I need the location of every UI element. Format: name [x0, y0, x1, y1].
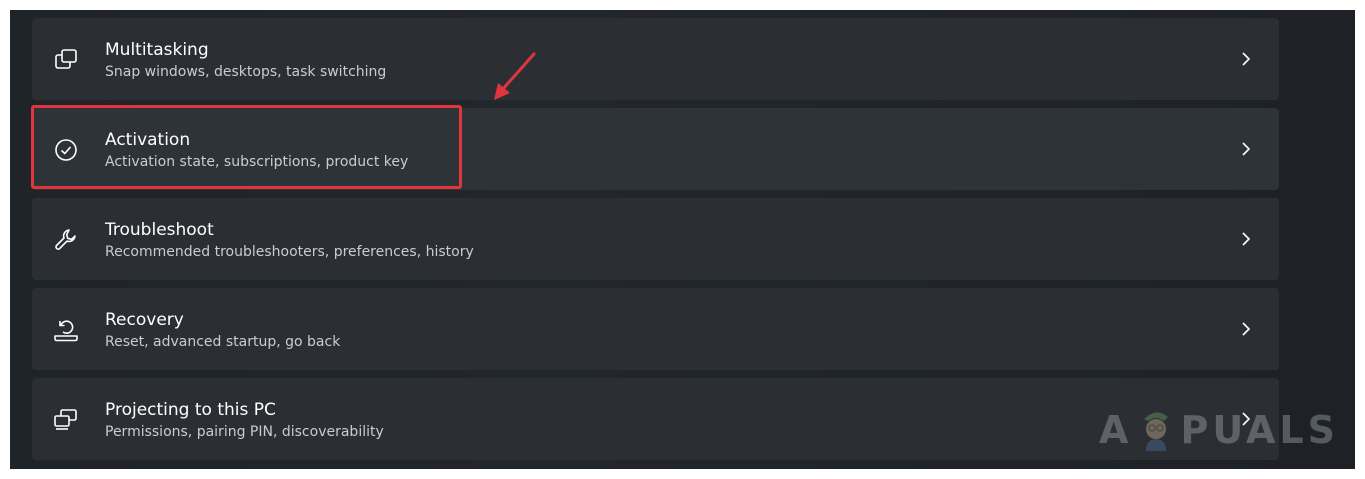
- chevron-right-icon: [1239, 50, 1253, 68]
- item-title: Activation: [105, 130, 191, 150]
- watermark-text-left: A: [1099, 408, 1133, 452]
- settings-item-recovery[interactable]: Recovery Reset, advanced startup, go bac…: [32, 288, 1279, 370]
- item-title: Troubleshoot: [105, 220, 214, 240]
- item-subtitle: Recommended troubleshooters, preferences…: [105, 244, 474, 260]
- multitasking-icon: [52, 46, 80, 74]
- wrench-icon: [52, 226, 80, 254]
- item-subtitle: Reset, advanced startup, go back: [105, 334, 341, 350]
- activation-check-icon: [52, 136, 80, 164]
- item-title: Recovery: [105, 310, 184, 330]
- item-title: Projecting to this PC: [105, 400, 276, 420]
- appuals-watermark: A PUALS: [1099, 407, 1339, 453]
- recovery-icon: [52, 316, 80, 344]
- settings-item-multitasking[interactable]: Multitasking Snap windows, desktops, tas…: [32, 18, 1279, 100]
- annotation-arrow-icon: [494, 52, 536, 100]
- settings-item-troubleshoot[interactable]: Troubleshoot Recommended troubleshooters…: [32, 198, 1279, 280]
- mascot-logo-icon: [1134, 407, 1178, 453]
- settings-window: Multitasking Snap windows, desktops, tas…: [10, 10, 1355, 469]
- settings-item-projecting[interactable]: Projecting to this PC Permissions, pairi…: [32, 378, 1279, 460]
- watermark-text-right: PUALS: [1180, 408, 1339, 452]
- settings-item-activation[interactable]: Activation Activation state, subscriptio…: [32, 108, 1279, 190]
- item-subtitle: Snap windows, desktops, task switching: [105, 64, 387, 80]
- projecting-icon: [52, 406, 80, 434]
- chevron-right-icon: [1239, 320, 1253, 338]
- item-subtitle: Activation state, subscriptions, product…: [105, 154, 409, 170]
- chevron-right-icon: [1239, 230, 1253, 248]
- item-title: Multitasking: [105, 40, 209, 60]
- chevron-right-icon: [1239, 140, 1253, 158]
- item-subtitle: Permissions, pairing PIN, discoverabilit…: [105, 424, 384, 440]
